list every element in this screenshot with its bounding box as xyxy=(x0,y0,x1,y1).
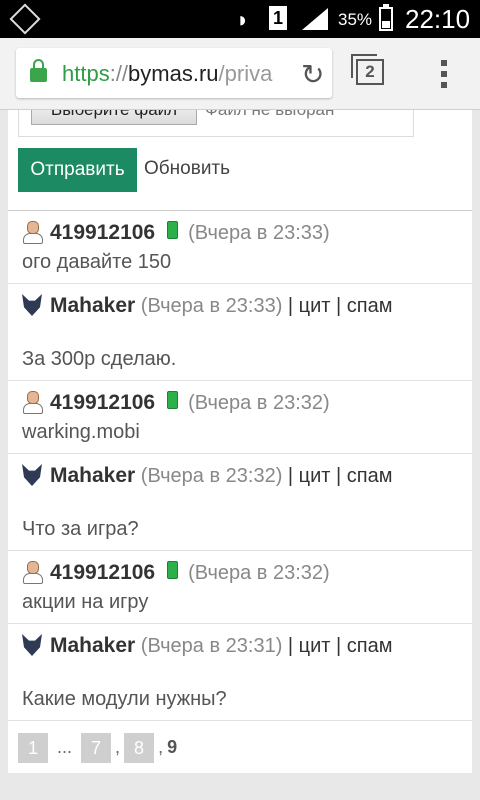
overflow-menu-icon[interactable] xyxy=(441,60,447,93)
mobile-icon xyxy=(167,561,179,579)
action-separator: | xyxy=(282,465,299,487)
url-text[interactable]: https://bymas.ru/priva xyxy=(62,61,272,87)
user-avatar-icon xyxy=(22,561,43,584)
message-author[interactable]: Mahaker xyxy=(50,464,135,487)
action-separator: | xyxy=(282,635,299,657)
message-item: Mahaker (Вчера в 23:32) | цит | спам Что… xyxy=(8,454,472,551)
page-comma: , xyxy=(115,737,121,757)
choose-file-button[interactable]: Выберите файл xyxy=(31,110,197,125)
page-link-8[interactable]: 8 xyxy=(124,733,155,764)
message-text: акции на игру xyxy=(22,591,149,613)
message-author[interactable]: 419912106 xyxy=(50,221,155,244)
quote-link[interactable]: цит xyxy=(299,295,331,317)
status-bar: ◗ 1 35% 22:10 xyxy=(0,0,480,38)
page-link-1[interactable]: 1 xyxy=(18,733,48,764)
message-text: ого давайте 150 xyxy=(22,251,172,273)
message-author[interactable]: 419912106 xyxy=(50,391,155,414)
wifi-icon: ◗ xyxy=(236,7,250,32)
action-separator: | xyxy=(330,465,347,487)
message-time: (Вчера в 23:31) xyxy=(140,635,283,657)
file-input-box: Выберите файл Файл не выбран xyxy=(18,110,414,137)
mobile-icon xyxy=(167,221,179,239)
refresh-link[interactable]: Обновить xyxy=(144,158,230,180)
battery-percent: 35% xyxy=(338,10,373,29)
page-content: Выберите файл Файл не выбран Отправить О… xyxy=(0,110,480,800)
message-item: 419912106 (Вчера в 23:32) акции на игру xyxy=(8,551,472,624)
quote-link[interactable]: цит xyxy=(299,635,331,657)
page-link-7[interactable]: 7 xyxy=(81,733,112,764)
spam-link[interactable]: спам xyxy=(347,295,393,317)
pagination: 1 ... 7,8,9 xyxy=(8,721,472,773)
mobile-icon xyxy=(167,391,179,409)
app-notification-icon xyxy=(9,3,41,35)
tabs-button[interactable]: 2 xyxy=(351,54,384,85)
message-text: За 300р сделаю. xyxy=(22,348,177,370)
wolf-avatar-icon xyxy=(22,294,42,316)
page-comma: , xyxy=(158,737,164,757)
message-text: warking.mobi xyxy=(22,421,140,443)
message-author[interactable]: Mahaker xyxy=(50,294,135,317)
file-status: Файл не выбран xyxy=(205,110,334,120)
spam-link[interactable]: спам xyxy=(347,465,393,487)
sim-icon: 1 xyxy=(269,6,287,30)
wolf-avatar-icon xyxy=(22,634,42,656)
message-author[interactable]: 419912106 xyxy=(50,561,155,584)
message-time: (Вчера в 23:32) xyxy=(140,465,283,487)
address-bar[interactable]: https://bymas.ru/priva ↻ xyxy=(16,48,332,98)
user-avatar-icon xyxy=(22,391,43,414)
message-item: 419912106 (Вчера в 23:32) warking.mobi xyxy=(8,381,472,454)
message-item: Mahaker (Вчера в 23:33) | цит | спам За … xyxy=(8,284,472,381)
message-text: Какие модули нужны? xyxy=(22,688,227,710)
message-time: (Вчера в 23:33) xyxy=(188,222,330,244)
spam-link[interactable]: спам xyxy=(347,635,393,657)
current-page: 9 xyxy=(167,737,178,757)
battery-icon xyxy=(379,4,393,31)
message-time: (Вчера в 23:32) xyxy=(188,392,330,414)
browser-toolbar: https://bymas.ru/priva ↻ 2 xyxy=(0,38,480,110)
quote-link[interactable]: цит xyxy=(299,465,331,487)
message-time: (Вчера в 23:32) xyxy=(188,562,330,584)
action-separator: | xyxy=(282,295,299,317)
action-separator: | xyxy=(330,635,347,657)
wolf-avatar-icon xyxy=(22,464,42,486)
page-ellipsis: ... xyxy=(57,737,73,757)
message-item: 419912106 (Вчера в 23:33) ого давайте 150 xyxy=(8,211,472,284)
message-text: Что за игра? xyxy=(22,518,139,540)
user-avatar-icon xyxy=(22,221,43,244)
reload-icon[interactable]: ↻ xyxy=(301,58,324,91)
message-time: (Вчера в 23:33) xyxy=(140,295,283,317)
lock-icon xyxy=(30,59,47,82)
signal-icon xyxy=(302,8,328,30)
send-button[interactable]: Отправить xyxy=(18,148,137,192)
clock: 22:10 xyxy=(405,4,471,34)
action-separator: | xyxy=(330,295,347,317)
message-item: Mahaker (Вчера в 23:31) | цит | спам Как… xyxy=(8,624,472,721)
message-list: 419912106 (Вчера в 23:33) ого давайте 150… xyxy=(8,210,472,773)
message-author[interactable]: Mahaker xyxy=(50,634,135,657)
